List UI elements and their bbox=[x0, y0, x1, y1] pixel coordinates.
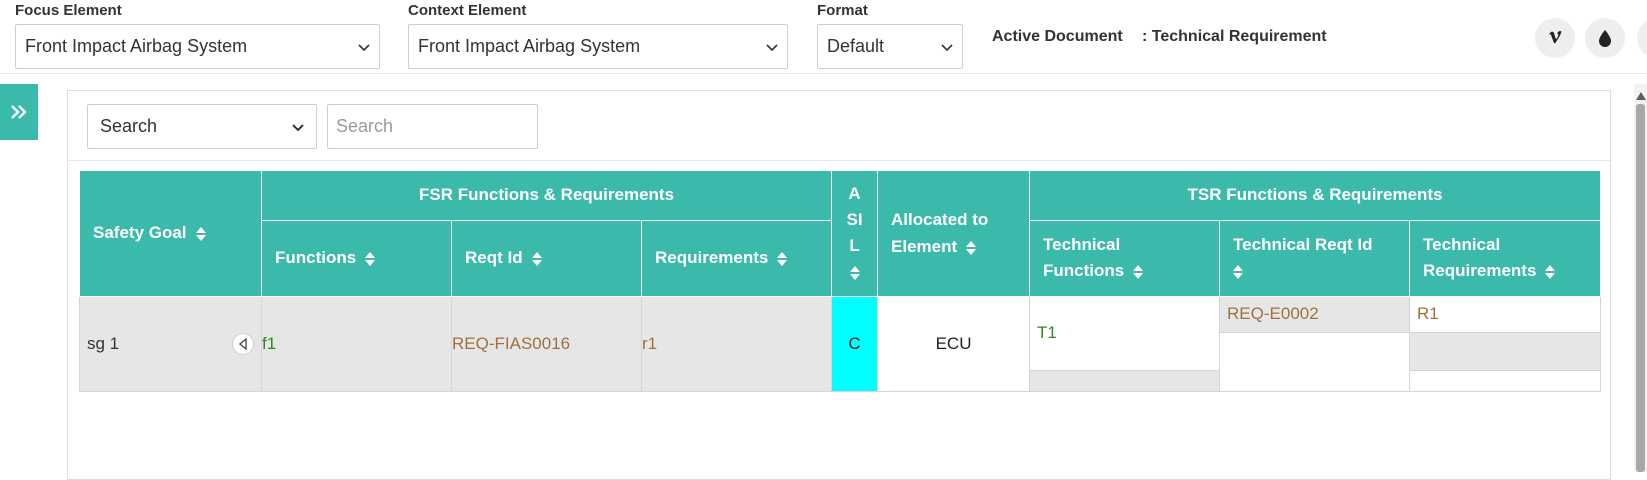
chevron-down-icon bbox=[766, 43, 778, 51]
format-label: Format bbox=[817, 2, 868, 19]
focus-element-select[interactable]: Front Impact Airbag System bbox=[15, 24, 380, 69]
caret-left-icon bbox=[238, 337, 247, 350]
tech-requirement-empty-1 bbox=[1410, 332, 1601, 371]
header-allocated[interactable]: Allocated to Element bbox=[877, 171, 1031, 297]
cell-function[interactable]: f1 bbox=[261, 295, 452, 392]
header-tsr-group: TSR Functions & Requirements bbox=[1029, 171, 1602, 221]
context-element-label: Context Element bbox=[408, 2, 527, 19]
tech-function-link[interactable]: T1 bbox=[1037, 323, 1057, 343]
color-drop-button[interactable] bbox=[1585, 18, 1625, 58]
cell-technical-reqt-id: REQ-E0002 bbox=[1219, 295, 1411, 392]
water-drop-icon bbox=[1599, 30, 1611, 47]
header-technical-reqt-id-label: Technical Reqt Id bbox=[1233, 235, 1373, 254]
extra-round-button[interactable] bbox=[1637, 18, 1647, 58]
vimeo-button[interactable] bbox=[1535, 18, 1575, 58]
vertical-scrollbar[interactable] bbox=[1634, 84, 1647, 472]
sort-icon bbox=[1233, 264, 1244, 280]
top-filter-bar: Focus Element Front Impact Airbag System… bbox=[0, 0, 1647, 74]
requirement-link[interactable]: r1 bbox=[642, 334, 657, 353]
format-select[interactable]: Default bbox=[817, 24, 963, 69]
search-field-select[interactable]: Search bbox=[87, 104, 317, 149]
tech-requirement-empty-2 bbox=[1410, 371, 1600, 391]
header-fsr-group-label: FSR Functions & Requirements bbox=[419, 185, 675, 205]
tech-reqt-id-link[interactable]: REQ-E0002 bbox=[1227, 304, 1319, 324]
header-asil-a: A bbox=[848, 184, 861, 204]
function-link[interactable]: f1 bbox=[262, 334, 276, 353]
vimeo-icon bbox=[1548, 31, 1562, 44]
reqt-id-link[interactable]: REQ-FIAS0016 bbox=[452, 334, 570, 353]
tech-reqt-id-empty bbox=[1220, 333, 1409, 391]
header-tsr-group-label: TSR Functions & Requirements bbox=[1187, 185, 1443, 205]
sort-icon bbox=[849, 265, 860, 281]
header-technical-functions[interactable]: Technical Functions bbox=[1029, 220, 1221, 297]
header-fsr-group: FSR Functions & Requirements bbox=[260, 171, 833, 221]
table-row: sg 1 f1 REQ-FIAS0016 r1 C ECU T1 REQ-E00… bbox=[79, 295, 1602, 392]
header-requirements-label: Requirements bbox=[655, 248, 769, 267]
header-reqt-id-label: Reqt Id bbox=[465, 248, 523, 267]
sidebar-expand-button[interactable] bbox=[0, 84, 38, 140]
allocated-value: ECU bbox=[935, 333, 972, 353]
tech-reqt-id-item[interactable]: REQ-E0002 bbox=[1220, 296, 1410, 333]
safety-goal-text: sg 1 bbox=[87, 333, 120, 353]
sort-icon bbox=[195, 226, 206, 242]
cell-allocated: ECU bbox=[877, 295, 1031, 392]
chevron-down-icon bbox=[941, 43, 953, 51]
header-functions-label: Functions bbox=[275, 248, 357, 267]
sort-icon bbox=[531, 251, 542, 267]
double-chevron-right-icon bbox=[11, 105, 27, 119]
chevron-down-icon bbox=[358, 43, 370, 51]
header-reqt-id[interactable]: Reqt Id bbox=[451, 220, 642, 297]
sort-icon bbox=[777, 251, 788, 267]
cell-technical-requirement: R1 bbox=[1409, 295, 1602, 392]
header-functions[interactable]: Functions bbox=[261, 220, 452, 297]
cell-technical-function: T1 bbox=[1029, 295, 1221, 392]
header-technical-reqt-id[interactable]: Technical Reqt Id bbox=[1219, 220, 1411, 297]
header-asil-l: L bbox=[849, 236, 860, 256]
scrollbar-thumb[interactable] bbox=[1636, 104, 1645, 472]
tech-requirement-item[interactable]: R1 bbox=[1410, 297, 1601, 333]
asil-value: C bbox=[848, 333, 861, 353]
chevron-down-icon bbox=[292, 123, 304, 131]
tech-function-item[interactable]: T1 bbox=[1030, 297, 1220, 371]
cell-safety-goal: sg 1 bbox=[79, 295, 262, 392]
header-requirements[interactable]: Requirements bbox=[640, 220, 833, 297]
context-element-select[interactable]: Front Impact Airbag System bbox=[408, 24, 788, 69]
collapse-row-button[interactable] bbox=[232, 332, 254, 355]
header-technical-functions-label: Technical Functions bbox=[1043, 235, 1125, 280]
cell-requirement[interactable]: r1 bbox=[640, 295, 833, 392]
format-value: Default bbox=[827, 36, 885, 56]
header-technical-requirements-label: Technical Requirements bbox=[1423, 235, 1537, 280]
active-document-label: Active Document bbox=[992, 28, 1123, 45]
header-asil[interactable]: A SI L bbox=[831, 171, 879, 297]
cell-asil: C bbox=[831, 295, 879, 392]
header-safety-goal-label: Safety Goal bbox=[93, 223, 187, 243]
tech-function-empty bbox=[1030, 370, 1220, 391]
search-input[interactable] bbox=[327, 104, 538, 149]
scroll-up-arrow-icon[interactable] bbox=[1636, 92, 1646, 100]
sort-icon bbox=[1133, 264, 1144, 280]
active-document-value: : Technical Requirement bbox=[1142, 28, 1327, 45]
sort-icon bbox=[1545, 264, 1556, 280]
search-bar: Search bbox=[68, 91, 1610, 161]
tech-requirement-link[interactable]: R1 bbox=[1417, 304, 1439, 324]
header-asil-si: SI bbox=[846, 210, 863, 230]
cell-reqt-id[interactable]: REQ-FIAS0016 bbox=[451, 295, 642, 392]
header-safety-goal[interactable]: Safety Goal bbox=[79, 171, 262, 297]
header-technical-requirements[interactable]: Technical Requirements bbox=[1409, 220, 1602, 297]
focus-element-label: Focus Element bbox=[15, 2, 122, 19]
main-panel: Search Safety Goal FSR Functions & Requi… bbox=[67, 90, 1611, 480]
traceability-table: Safety Goal FSR Functions & Requirements… bbox=[79, 171, 1602, 392]
search-field-value: Search bbox=[100, 116, 158, 136]
focus-element-value: Front Impact Airbag System bbox=[25, 36, 248, 56]
context-element-value: Front Impact Airbag System bbox=[418, 36, 641, 56]
sort-icon bbox=[365, 251, 376, 267]
sort-icon bbox=[966, 240, 977, 256]
